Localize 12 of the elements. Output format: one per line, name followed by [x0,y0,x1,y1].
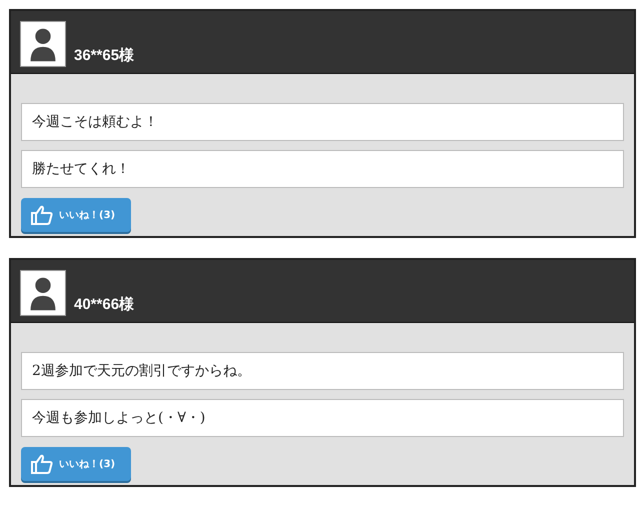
comment-text: 今週も参加しよっと(・∀・) [21,399,624,437]
like-button[interactable]: いいね！(3) [21,447,131,481]
comment-text: 勝たせてくれ！ [21,150,624,188]
thumbs-up-icon [31,454,53,474]
thumbs-up-icon [31,205,53,225]
user-name: 40**66様 [74,295,134,314]
comment-text: 2週参加で天元の割引ですからね。 [21,352,624,390]
comment-text: 今週こそは頼むよ！ [21,103,624,141]
user-avatar-icon [20,270,66,316]
user-avatar-icon [20,21,66,67]
user-name: 36**65様 [74,46,134,65]
like-button[interactable]: いいね！(3) [21,198,131,232]
